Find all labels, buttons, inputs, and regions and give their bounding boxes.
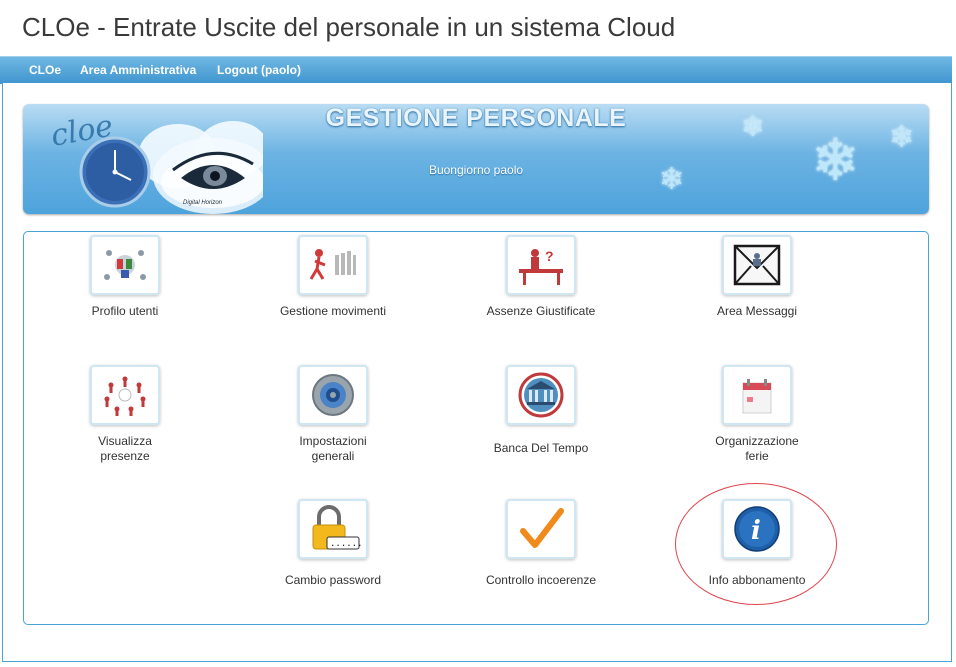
greeting-text: Buongiorno paolo [428,163,524,177]
banner-title: GESTIONE PERSONALE [325,104,627,132]
envelope-icon [722,235,792,295]
snowflake-icon: ❄ [889,121,915,154]
padlock-icon: ...... [298,499,368,559]
tile-label: Impostazioni generali [299,434,367,463]
tile-controllo-incoerenze[interactable]: Controllo incoerenze [441,499,641,588]
desk-question-icon: ? [506,235,576,295]
people-network-icon [90,235,160,295]
tile-label: Area Messaggi [716,304,798,318]
tile-cambio-password[interactable]: ...... Cambio password [233,499,433,588]
tile-label: Profilo utenti [91,304,159,318]
tile-label: Visualizza presenze [98,434,152,463]
team-circle-icon [90,365,160,425]
snowflake-icon: ❄ [811,128,860,193]
tile-label: Gestione movimenti [279,304,387,318]
app-title: CLOe - Entrate Uscite del personale in u… [22,12,676,42]
svg-text:?: ? [545,248,554,264]
running-figures-icon [298,235,368,295]
tile-area-messaggi[interactable]: Area Messaggi [657,235,857,319]
tile-organizzazione-ferie[interactable]: Organizzazione ferie [657,365,857,464]
tile-impostazioni-generali[interactable]: Impostazioni generali [233,365,433,464]
nav-item-logout[interactable]: Logout (paolo) [217,63,301,77]
tile-profilo-utenti[interactable]: Profilo utenti [25,235,225,319]
app-header: CLOe - Entrate Uscite del personale in u… [0,0,956,56]
tile-label: Cambio password [284,573,382,587]
main-navbar: CLOe Area Amministrativa Logout (paolo) [0,56,952,84]
checkmark-icon [506,499,576,559]
tile-assenze-giustificate[interactable]: ? Assenze Giustificate [441,235,641,319]
nav-item-cloe[interactable]: CLOe [29,63,61,77]
svg-text:......: ...... [330,539,361,549]
calendar-icon [722,365,792,425]
nav-item-area-amministrativa[interactable]: Area Amministrativa [80,63,196,77]
tile-label: Organizzazione ferie [715,434,799,463]
tile-visualizza-presenze[interactable]: Visualizza presenze [25,365,225,464]
tile-gestione-movimenti[interactable]: Gestione movimenti [233,235,433,319]
snowflake-icon: ❄ [741,111,765,142]
gear-icon [298,365,368,425]
snowflake-icon: ❄ [659,163,685,196]
tile-label: Controllo incoerenze [485,573,597,587]
tile-banca-del-tempo[interactable]: Banca Del Tempo [441,365,641,456]
highlight-ring [675,483,837,605]
logo-subtext: Digital Horizon [183,200,223,206]
tile-label: Banca Del Tempo [493,441,589,455]
tile-label: Assenze Giustificate [486,304,596,318]
header-banner: cloe Digital Horizon GESTIONE PERSONALE … [23,104,929,214]
bank-icon [506,365,576,425]
